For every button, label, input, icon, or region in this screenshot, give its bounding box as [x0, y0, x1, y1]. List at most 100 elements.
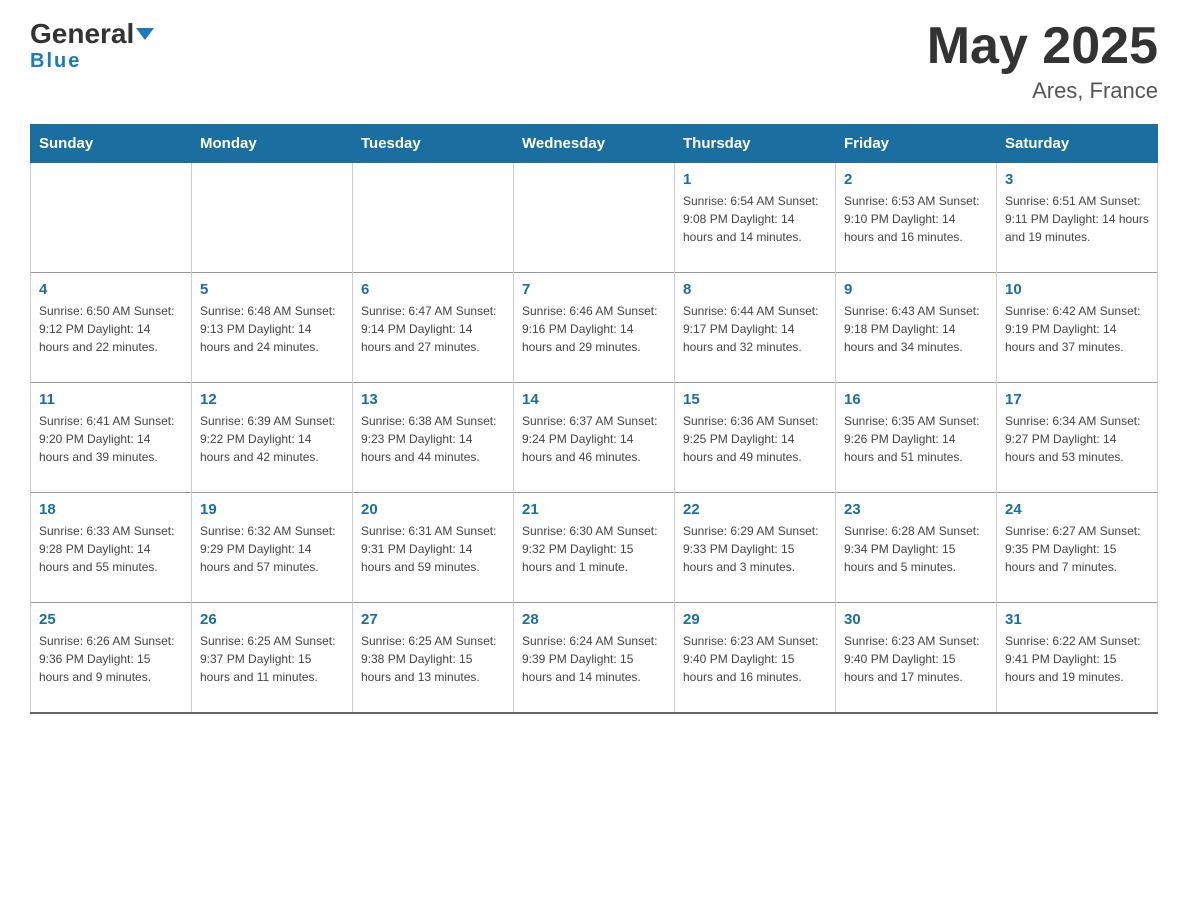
day-info: Sunrise: 6:41 AM Sunset: 9:20 PM Dayligh… [39, 412, 183, 466]
calendar-cell: 12Sunrise: 6:39 AM Sunset: 9:22 PM Dayli… [192, 383, 353, 493]
calendar-cell: 7 Sunrise: 6:46 AM Sunset: 9:16 PM Daylig… [514, 273, 675, 383]
day-number: 1 [683, 171, 827, 188]
day-info: Sunrise: 6:23 AM Sunset: 9:40 PM Dayligh… [844, 632, 988, 686]
calendar-week-row: 18Sunrise: 6:33 AM Sunset: 9:28 PM Dayli… [31, 493, 1158, 603]
calendar-cell: 28 Sunrise: 6:24 AM Sunset: 9:39 PM Dayli… [514, 603, 675, 713]
calendar-cell: 25Sunrise: 6:26 AM Sunset: 9:36 PM Dayli… [31, 603, 192, 713]
day-number: 27 [361, 611, 505, 628]
day-number: 13 [361, 391, 505, 408]
calendar-cell: 22Sunrise: 6:29 AM Sunset: 9:33 PM Dayli… [675, 493, 836, 603]
calendar-cell [31, 163, 192, 273]
day-info: Sunrise: 6:37 AM Sunset: 9:24 PM Dayligh… [522, 412, 666, 466]
calendar-cell: 31 Sunrise: 6:22 AM Sunset: 9:41 PM Dayli… [997, 603, 1158, 713]
calendar-cell: 14 Sunrise: 6:37 AM Sunset: 9:24 PM Dayli… [514, 383, 675, 493]
calendar-cell: 26 Sunrise: 6:25 AM Sunset: 9:37 PM Dayli… [192, 603, 353, 713]
day-info: Sunrise: 6:46 AM Sunset: 9:16 PM Dayligh… [522, 302, 666, 356]
calendar-cell: 1 Sunrise: 6:54 AM Sunset: 9:08 PM Daylig… [675, 163, 836, 273]
day-info: Sunrise: 6:31 AM Sunset: 9:31 PM Dayligh… [361, 522, 505, 576]
calendar-cell: 6 Sunrise: 6:47 AM Sunset: 9:14 PM Daylig… [353, 273, 514, 383]
calendar-cell: 27 Sunrise: 6:25 AM Sunset: 9:38 PM Dayli… [353, 603, 514, 713]
day-number: 26 [200, 611, 344, 628]
day-number: 10 [1005, 281, 1149, 298]
day-info: Sunrise: 6:28 AM Sunset: 9:34 PM Dayligh… [844, 522, 988, 576]
day-info: Sunrise: 6:48 AM Sunset: 9:13 PM Dayligh… [200, 302, 344, 356]
calendar-cell: 9Sunrise: 6:43 AM Sunset: 9:18 PM Daylig… [836, 273, 997, 383]
col-friday: Friday [836, 125, 997, 163]
location: Ares, France [927, 78, 1158, 104]
calendar-cell: 10 Sunrise: 6:42 AM Sunset: 9:19 PM Dayli… [997, 273, 1158, 383]
day-info: Sunrise: 6:30 AM Sunset: 9:32 PM Dayligh… [522, 522, 666, 576]
day-number: 8 [683, 281, 827, 298]
logo-blue-text: Blue [30, 50, 81, 73]
calendar-cell: 13 Sunrise: 6:38 AM Sunset: 9:23 PM Dayli… [353, 383, 514, 493]
day-info: Sunrise: 6:22 AM Sunset: 9:41 PM Dayligh… [1005, 632, 1149, 686]
day-number: 16 [844, 391, 988, 408]
day-number: 11 [39, 391, 183, 408]
calendar-cell: 30 Sunrise: 6:23 AM Sunset: 9:40 PM Dayli… [836, 603, 997, 713]
day-number: 29 [683, 611, 827, 628]
page-header: General Blue May 2025 Ares, France [30, 20, 1158, 104]
day-info: Sunrise: 6:47 AM Sunset: 9:14 PM Dayligh… [361, 302, 505, 356]
day-info: Sunrise: 6:32 AM Sunset: 9:29 PM Dayligh… [200, 522, 344, 576]
calendar-week-row: 25Sunrise: 6:26 AM Sunset: 9:36 PM Dayli… [31, 603, 1158, 713]
day-number: 15 [683, 391, 827, 408]
calendar-cell: 3 Sunrise: 6:51 AM Sunset: 9:11 PM Daylig… [997, 163, 1158, 273]
calendar-cell: 11 Sunrise: 6:41 AM Sunset: 9:20 PM Dayli… [31, 383, 192, 493]
day-number: 4 [39, 281, 183, 298]
day-number: 14 [522, 391, 666, 408]
day-info: Sunrise: 6:27 AM Sunset: 9:35 PM Dayligh… [1005, 522, 1149, 576]
day-number: 6 [361, 281, 505, 298]
calendar-cell: 2 Sunrise: 6:53 AM Sunset: 9:10 PM Daylig… [836, 163, 997, 273]
day-number: 30 [844, 611, 988, 628]
day-number: 28 [522, 611, 666, 628]
day-info: Sunrise: 6:24 AM Sunset: 9:39 PM Dayligh… [522, 632, 666, 686]
col-saturday: Saturday [997, 125, 1158, 163]
day-info: Sunrise: 6:26 AM Sunset: 9:36 PM Dayligh… [39, 632, 183, 686]
col-wednesday: Wednesday [514, 125, 675, 163]
calendar-cell: 29 Sunrise: 6:23 AM Sunset: 9:40 PM Dayli… [675, 603, 836, 713]
calendar-cell: 4Sunrise: 6:50 AM Sunset: 9:12 PM Daylig… [31, 273, 192, 383]
day-number: 23 [844, 501, 988, 518]
day-number: 17 [1005, 391, 1149, 408]
calendar-week-row: 11 Sunrise: 6:41 AM Sunset: 9:20 PM Dayli… [31, 383, 1158, 493]
day-info: Sunrise: 6:25 AM Sunset: 9:37 PM Dayligh… [200, 632, 344, 686]
day-info: Sunrise: 6:51 AM Sunset: 9:11 PM Dayligh… [1005, 192, 1149, 246]
calendar-cell: 15 Sunrise: 6:36 AM Sunset: 9:25 PM Dayli… [675, 383, 836, 493]
day-number: 31 [1005, 611, 1149, 628]
day-info: Sunrise: 6:36 AM Sunset: 9:25 PM Dayligh… [683, 412, 827, 466]
day-number: 24 [1005, 501, 1149, 518]
day-info: Sunrise: 6:54 AM Sunset: 9:08 PM Dayligh… [683, 192, 827, 246]
day-number: 5 [200, 281, 344, 298]
calendar-cell [353, 163, 514, 273]
calendar-week-row: 1 Sunrise: 6:54 AM Sunset: 9:08 PM Daylig… [31, 163, 1158, 273]
day-number: 19 [200, 501, 344, 518]
day-number: 2 [844, 171, 988, 188]
day-info: Sunrise: 6:35 AM Sunset: 9:26 PM Dayligh… [844, 412, 988, 466]
col-monday: Monday [192, 125, 353, 163]
calendar-cell: 20 Sunrise: 6:31 AM Sunset: 9:31 PM Dayli… [353, 493, 514, 603]
logo-general-text: General [30, 20, 154, 48]
calendar-table: Sunday Monday Tuesday Wednesday Thursday… [30, 124, 1158, 714]
calendar-week-row: 4Sunrise: 6:50 AM Sunset: 9:12 PM Daylig… [31, 273, 1158, 383]
day-info: Sunrise: 6:34 AM Sunset: 9:27 PM Dayligh… [1005, 412, 1149, 466]
calendar-cell: 19 Sunrise: 6:32 AM Sunset: 9:29 PM Dayli… [192, 493, 353, 603]
day-number: 3 [1005, 171, 1149, 188]
day-number: 7 [522, 281, 666, 298]
calendar-cell [192, 163, 353, 273]
day-number: 22 [683, 501, 827, 518]
col-tuesday: Tuesday [353, 125, 514, 163]
day-number: 20 [361, 501, 505, 518]
day-info: Sunrise: 6:53 AM Sunset: 9:10 PM Dayligh… [844, 192, 988, 246]
calendar-cell: 17 Sunrise: 6:34 AM Sunset: 9:27 PM Dayli… [997, 383, 1158, 493]
logo: General Blue [30, 20, 154, 73]
calendar-cell: 18Sunrise: 6:33 AM Sunset: 9:28 PM Dayli… [31, 493, 192, 603]
calendar-cell: 16 Sunrise: 6:35 AM Sunset: 9:26 PM Dayli… [836, 383, 997, 493]
day-info: Sunrise: 6:42 AM Sunset: 9:19 PM Dayligh… [1005, 302, 1149, 356]
calendar-cell: 24 Sunrise: 6:27 AM Sunset: 9:35 PM Dayli… [997, 493, 1158, 603]
day-info: Sunrise: 6:23 AM Sunset: 9:40 PM Dayligh… [683, 632, 827, 686]
day-info: Sunrise: 6:25 AM Sunset: 9:38 PM Dayligh… [361, 632, 505, 686]
day-info: Sunrise: 6:38 AM Sunset: 9:23 PM Dayligh… [361, 412, 505, 466]
calendar-cell [514, 163, 675, 273]
day-info: Sunrise: 6:43 AM Sunset: 9:18 PM Dayligh… [844, 302, 988, 356]
day-info: Sunrise: 6:33 AM Sunset: 9:28 PM Dayligh… [39, 522, 183, 576]
